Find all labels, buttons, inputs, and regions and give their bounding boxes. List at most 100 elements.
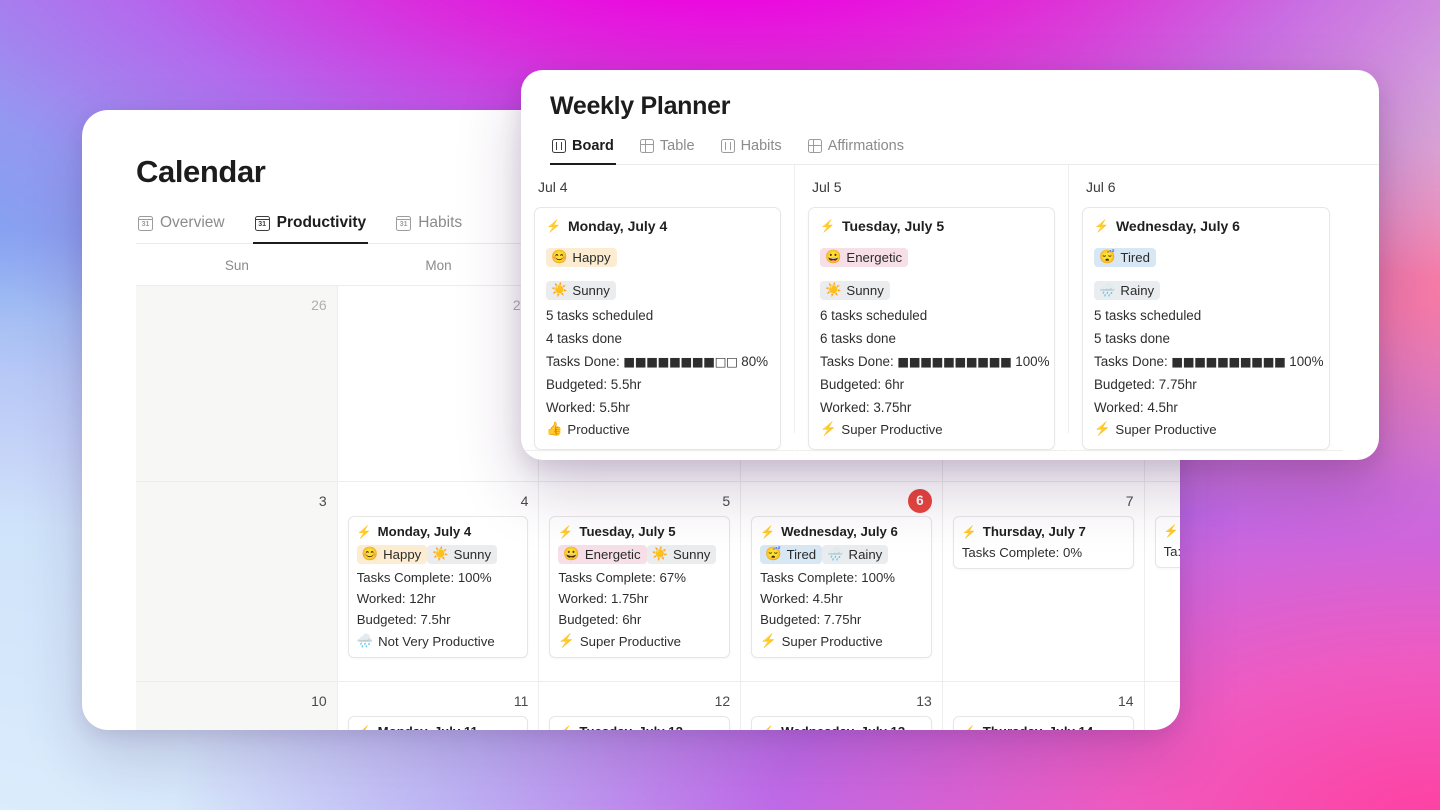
board-columns: Jul 4 ⚡ Monday, July 4 😊 Happy ☀️ Sunny 5 tasks… <box>521 165 1379 451</box>
event-title-text: Wednesday, July 13 <box>781 724 905 730</box>
mood-tag: 😊 Happy <box>546 248 617 267</box>
event-title-text: Tuesday, July 12 <box>579 724 683 730</box>
calendar-day-cell[interactable]: 7 ⚡ Thursday, July 7 Tasks Complete: 0% <box>943 482 1145 681</box>
progress-percent: 100% <box>1015 354 1050 369</box>
tab-label: Overview <box>160 214 225 231</box>
lightning-icon: ⚡ <box>558 725 573 731</box>
tag-label: Sunny <box>453 546 492 562</box>
calendar-day-cell[interactable]: 26 <box>136 286 338 481</box>
calendar-event-card[interactable]: ⚡ Monday, July 11 <box>347 716 529 730</box>
calendar-event-card[interactable]: ⚡ Tuesday, July 12 <box>549 716 731 731</box>
day-number: 13 <box>916 693 932 709</box>
tab-affirmations[interactable]: Affirmations <box>806 138 906 165</box>
table-icon <box>639 139 654 153</box>
calendar-event-card[interactable]: ⚡ Thursday, July 14 <box>952 716 1134 731</box>
lightning-icon: ⚡ <box>962 725 977 731</box>
calendar-event-card[interactable]: ⚡ Tuesday, July 5 😀 Energetic ☀️ Sunny Tasks C… <box>549 516 731 658</box>
calendar-day-cell[interactable]: 6 ⚡ Wednesday, July 6 😴 Tired 🌧️ Rainy Tasks Co… <box>741 482 943 681</box>
card-title-text: Monday, July 4 <box>567 218 668 234</box>
card-title: ⚡ Wednesday, July 6 <box>1094 218 1318 234</box>
card-title-text: Wednesday, July 6 <box>1115 218 1240 234</box>
rating-emoji: 👍 <box>546 421 563 436</box>
event-title: ⚡ <box>1164 524 1180 538</box>
calendar-event-card[interactable]: ⚡ Monday, July 4 😊 Happy ☀️ Sunny Tasks Comple… <box>347 516 529 658</box>
tag-emoji: 😀 <box>563 546 580 561</box>
productivity-rating: 👍 Productive <box>546 421 769 437</box>
tab-overview[interactable]: 31 Overview <box>136 214 227 244</box>
tag-label: Energetic <box>584 546 641 562</box>
budgeted-hours: Budgeted: 7.75hr <box>1094 377 1197 392</box>
event-detail-line: Budgeted: 7.75hr <box>760 612 862 627</box>
worked-hours: Worked: 5.5hr <box>546 400 630 415</box>
rating-label: Super Productive <box>781 633 883 649</box>
event-title: ⚡ Monday, July 11 <box>357 724 520 730</box>
calendar-day-cell[interactable]: 12 ⚡ Tuesday, July 12 <box>539 682 742 731</box>
calendar-day-cell[interactable]: 5 ⚡ Tuesday, July 5 😀 Energetic ☀️ Sunny Tasks … <box>539 482 742 681</box>
day-number: 27 <box>348 294 529 316</box>
event-title-text: Monday, July 11 <box>378 724 478 730</box>
new-card-button[interactable]: +New <box>521 450 794 460</box>
card-title: ⚡ Monday, July 4 <box>546 218 769 234</box>
calendar-week-row: 3 4 ⚡ Monday, July 4 😊 Happy ☀️ Sunny Tasks Comp… <box>136 482 1180 682</box>
tab-label: Board <box>572 138 614 154</box>
tag-label: Sunny <box>846 282 884 298</box>
calendar-day-cell[interactable]: 15 <box>1145 682 1180 730</box>
calendar-day-cell[interactable]: 8 ⚡ Ta: <box>1145 482 1180 681</box>
event-title-text: Tuesday, July 5 <box>579 524 676 539</box>
rating-emoji: ⚡ <box>1094 421 1111 436</box>
tag-emoji: ☀️ <box>432 546 449 561</box>
progress-label: Tasks Done: <box>1094 354 1168 369</box>
rating-emoji: ⚡ <box>760 633 777 648</box>
calendar-event-card[interactable]: ⚡ Wednesday, July 13 <box>751 716 932 730</box>
calendar-event-card[interactable]: ⚡ Wednesday, July 6 😴 Tired 🌧️ Rainy Tasks Com… <box>751 516 932 658</box>
rating-label: Not Very Productive <box>378 633 495 649</box>
calendar-day-cell[interactable]: 13 ⚡ Wednesday, July 13 <box>741 682 943 730</box>
board-icon <box>552 139 566 153</box>
mood-tag: ☀️ Sunny <box>820 281 890 300</box>
tab-productivity[interactable]: 31 Productivity <box>252 214 369 244</box>
rating-label: Productive <box>567 421 630 437</box>
event-title-text: Monday, July 4 <box>377 524 472 539</box>
day-number: 5 <box>722 493 731 509</box>
tag-emoji: 😊 <box>361 546 379 561</box>
card-title-text: Tuesday, July 5 <box>841 218 945 234</box>
mood-tag: 🌧️ Rainy <box>1094 281 1161 300</box>
tab-label: Habits <box>740 138 782 154</box>
budgeted-hours: Budgeted: 6hr <box>820 377 905 392</box>
day-number: 15 <box>1155 690 1180 712</box>
board-card[interactable]: ⚡ Wednesday, July 6 😴 Tired 🌧️ Rainy 5 tasks s… <box>1082 207 1330 450</box>
tasks-scheduled: 5 tasks scheduled <box>546 308 654 323</box>
event-detail-line: Worked: 1.75hr <box>558 591 649 606</box>
tasks-done-progress: Tasks Done: ■■■■■■■■■■ 100% <box>1094 354 1324 369</box>
calendar-event-card[interactable]: ⚡ Thursday, July 7 Tasks Complete: 0% <box>952 516 1134 569</box>
day-number: 3 <box>318 493 327 509</box>
lightning-icon: ⚡ <box>820 219 835 233</box>
new-card-button[interactable]: +New <box>1069 450 1343 460</box>
tab-table[interactable]: Table <box>638 138 697 165</box>
mood-tag: 😀 Energetic <box>820 248 909 267</box>
tag-label: Tired <box>786 546 817 562</box>
tab-board[interactable]: Board <box>550 138 616 165</box>
event-detail-line: Tasks Complete: 67% <box>558 570 686 585</box>
calendar-day-cell[interactable]: 14 ⚡ Thursday, July 14 <box>943 682 1145 730</box>
calendar-event-card[interactable]: ⚡ Ta: <box>1154 516 1180 568</box>
today-badge: 6 <box>751 489 932 513</box>
tab-habits[interactable]: Habits <box>719 138 784 165</box>
calendar-day-cell[interactable]: 27 <box>338 286 540 481</box>
day-number: 8 <box>1155 490 1180 512</box>
calendar-day-cell[interactable]: 3 <box>136 482 338 681</box>
day-header: Sun <box>224 258 249 273</box>
calendar-day-cell[interactable]: 11 ⚡ Monday, July 11 <box>338 682 540 730</box>
tab-habits[interactable]: 31 Habits <box>394 214 464 244</box>
tasks-scheduled: 5 tasks scheduled <box>1094 308 1202 323</box>
board-card[interactable]: ⚡ Monday, July 4 😊 Happy ☀️ Sunny 5 tasks sche… <box>534 207 781 450</box>
rating-label: Super Productive <box>579 633 682 649</box>
lightning-icon: ⚡ <box>546 219 561 233</box>
new-card-button[interactable]: +New <box>795 450 1068 460</box>
tab-label: Table <box>659 138 695 154</box>
calendar-day-cell[interactable]: 10 <box>136 682 338 730</box>
tag-label: Happy <box>572 249 611 265</box>
calendar-day-cell[interactable]: 4 ⚡ Monday, July 4 😊 Happy ☀️ Sunny Tasks Compl… <box>338 482 540 681</box>
board-card[interactable]: ⚡ Tuesday, July 5 😀 Energetic ☀️ Sunny 6 tasks… <box>808 207 1055 450</box>
progress-label: Tasks Done: <box>820 354 894 369</box>
